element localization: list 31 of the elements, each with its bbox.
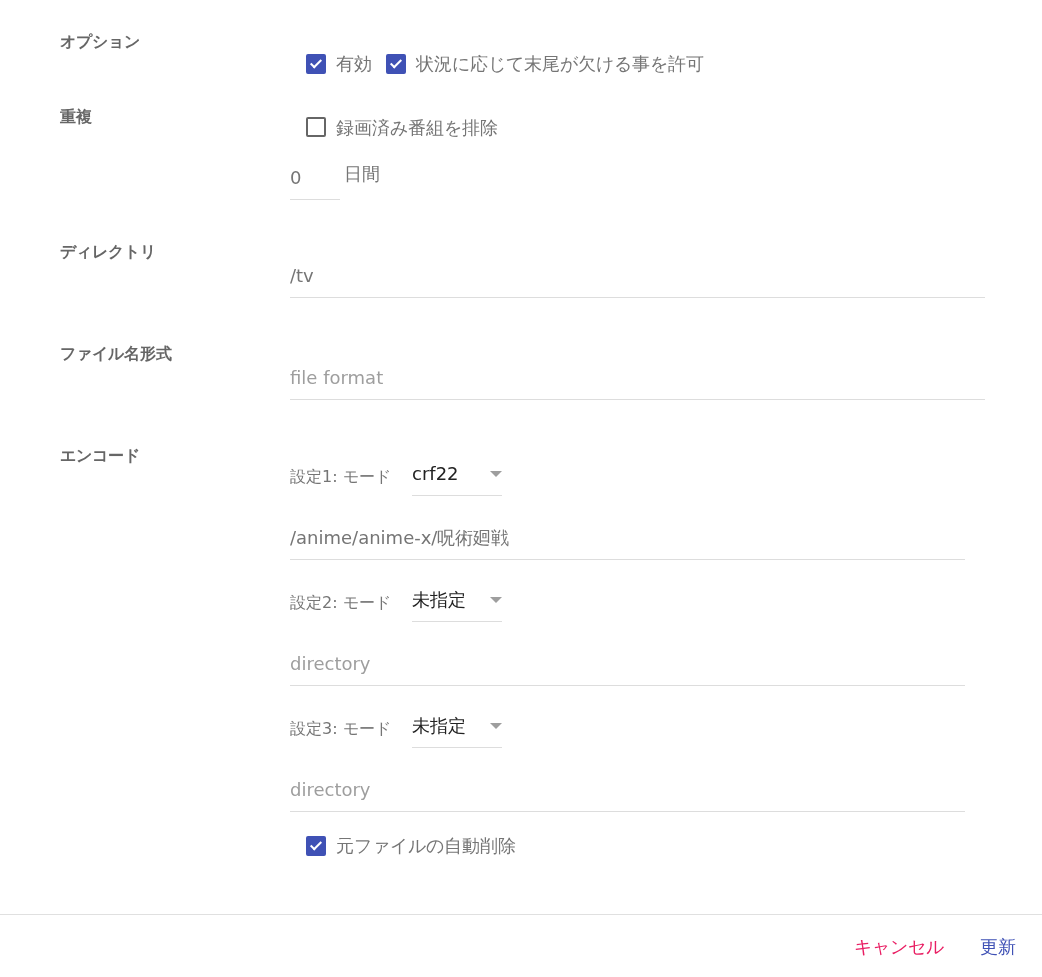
- dropdown-caret-icon: [490, 470, 502, 477]
- field-label: 重複: [60, 105, 93, 128]
- checkbox-label: 録画済み番組を排除: [336, 115, 498, 140]
- mode-select[interactable]: 未指定: [412, 710, 502, 748]
- checkbox[interactable]: [306, 117, 326, 137]
- checkbox-label: 元ファイルの自動削除: [336, 834, 516, 858]
- mode-label: 設定1: モード: [290, 466, 392, 488]
- days-unit: 日間: [344, 162, 380, 186]
- directory-field[interactable]: directory: [290, 646, 965, 686]
- field-label: エンコード: [60, 445, 141, 467]
- checkbox-label: 状況に応じて末尾が欠ける事を許可: [416, 52, 704, 76]
- checkbox[interactable]: [306, 53, 326, 74]
- field-label: ディレクトリ: [60, 241, 157, 263]
- checkbox[interactable]: [386, 53, 406, 74]
- mode-select[interactable]: 未指定: [412, 584, 502, 622]
- mode-label: 設定2: モード: [290, 592, 392, 614]
- checkbox[interactable]: [306, 835, 326, 856]
- directory-field[interactable]: /anime/anime-x/呪術廻戦: [290, 520, 965, 560]
- days-input[interactable]: 0: [290, 160, 340, 200]
- dropdown-caret-icon: [490, 596, 502, 603]
- text-field[interactable]: file format: [290, 360, 985, 400]
- mode-select[interactable]: crf22: [412, 458, 502, 496]
- field-label: ファイル名形式: [60, 343, 173, 365]
- directory-field[interactable]: directory: [290, 772, 965, 812]
- text-field[interactable]: /tv: [290, 258, 985, 298]
- mode-label: 設定3: モード: [290, 718, 392, 740]
- update-button[interactable]: 更新: [970, 929, 1026, 964]
- cancel-button[interactable]: キャンセル: [844, 929, 954, 964]
- dropdown-caret-icon: [490, 722, 502, 729]
- checkbox-label: 有効: [336, 52, 372, 76]
- field-label: オプション: [60, 31, 141, 53]
